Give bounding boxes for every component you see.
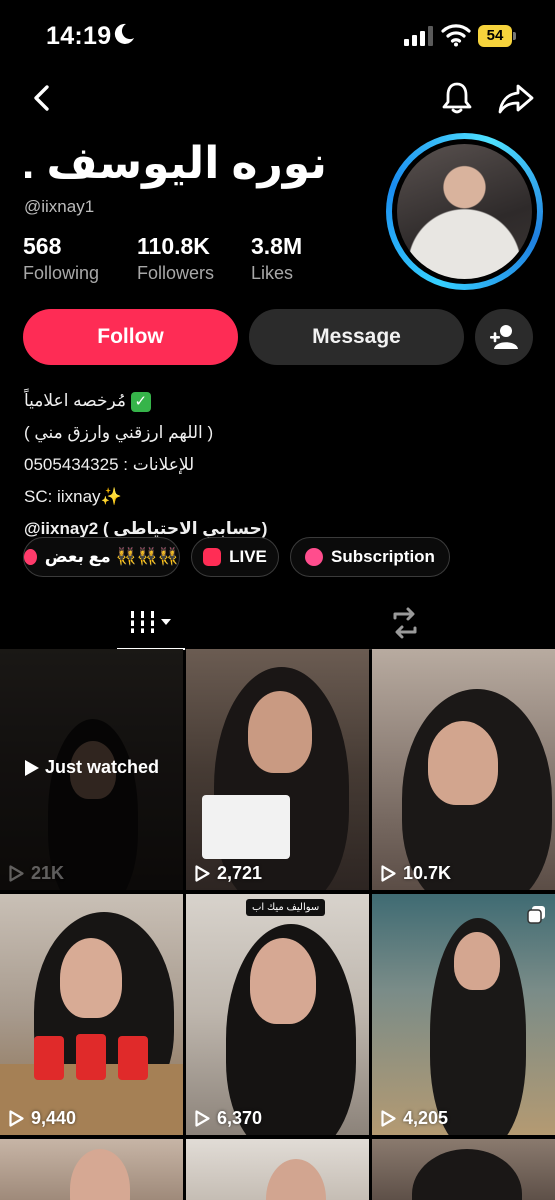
stat-followers[interactable]: 110.8K Followers (137, 233, 214, 284)
status-time: 14:19 (46, 22, 112, 50)
play-icon (9, 865, 24, 882)
add-friend-button[interactable] (475, 309, 533, 365)
video-thumbnail[interactable]: 9,440 (0, 894, 183, 1135)
moon-icon (114, 23, 134, 44)
play-icon (381, 1110, 396, 1127)
just-watched-label: Just watched (0, 757, 183, 778)
chip-playlist[interactable]: مع بعض 👯‍♀️👯‍♀️👯‍♀️ (23, 537, 180, 577)
video-thumbnail[interactable]: سواليف ميك اب 6,370 (186, 894, 369, 1135)
videos-grid-icon (128, 611, 171, 633)
stat-label: Followers (137, 263, 215, 283)
bio-line: للإعلانات : 0505434325 (24, 455, 195, 474)
status-bar: 14:19 54 (0, 0, 555, 76)
chip-live[interactable]: LIVE (191, 537, 279, 577)
video-thumbnail[interactable]: Just watched 21K (0, 649, 183, 890)
stat-likes[interactable]: 3.8M Likes (251, 233, 302, 284)
video-thumbnail[interactable] (186, 1139, 369, 1200)
view-count: 21K (9, 863, 64, 884)
play-icon (195, 865, 210, 882)
share-icon[interactable] (497, 80, 535, 116)
repost-icon[interactable] (388, 606, 422, 640)
play-icon (24, 759, 39, 776)
bio-line: ✓ مُرخصه اعلامياً (24, 389, 424, 421)
stat-label: Likes (251, 263, 294, 283)
video-thumbnail[interactable] (0, 1139, 183, 1200)
username: @iixnay1 (24, 197, 95, 216)
back-arrow-icon[interactable] (28, 83, 56, 113)
content-tabs (0, 600, 555, 650)
wifi-icon (441, 24, 471, 47)
video-caption: سواليف ميك اب (246, 899, 326, 916)
video-thumbnail[interactable]: 4,205 (372, 894, 555, 1135)
check-mark-icon: ✓ (130, 391, 151, 412)
live-icon (203, 548, 222, 566)
multi-photo-icon (527, 906, 545, 924)
video-thumbnail[interactable] (372, 1139, 555, 1200)
follow-button[interactable]: Follow (23, 309, 238, 365)
bio-line: SC: iixnay✨ (24, 487, 122, 506)
stat-following[interactable]: 568 Following (23, 233, 99, 284)
avatar[interactable] (397, 144, 532, 279)
view-count: 2,721 (195, 863, 262, 884)
view-count: 10.7K (381, 863, 451, 884)
cellular-signal-icon (404, 26, 433, 46)
chip-subscription[interactable]: Subscription (290, 537, 450, 577)
stat-value: 110.8K (137, 233, 210, 259)
group-icon (24, 549, 37, 565)
stat-label: Following (23, 263, 100, 283)
message-button[interactable]: Message (249, 309, 464, 365)
bio-line: ( اللهم ارزقني وارزق مني ) (24, 423, 214, 442)
avatar-story-ring[interactable] (386, 133, 543, 290)
bio: ✓ مُرخصه اعلامياً ( اللهم ارزقني وارزق م… (24, 389, 424, 549)
play-icon (381, 865, 396, 882)
stat-value: 3.8M (251, 233, 303, 259)
tab-videos[interactable] (117, 600, 185, 650)
add-user-icon (490, 325, 518, 349)
view-count: 4,205 (381, 1108, 448, 1129)
subscription-icon (305, 548, 324, 566)
battery-indicator: 54 (478, 25, 518, 47)
video-thumbnail[interactable]: 2,721 (186, 649, 369, 890)
view-count: 9,440 (9, 1108, 76, 1129)
bell-icon[interactable] (440, 80, 474, 116)
stat-value: 568 (23, 233, 62, 259)
battery-level: 54 (486, 27, 504, 44)
comment-reply-sticker (202, 795, 290, 859)
play-icon (195, 1110, 210, 1127)
display-name: نوره اليوسف . (22, 139, 327, 188)
play-icon (9, 1110, 24, 1127)
view-count: 6,370 (195, 1108, 262, 1129)
video-thumbnail[interactable]: 10.7K (372, 649, 555, 890)
